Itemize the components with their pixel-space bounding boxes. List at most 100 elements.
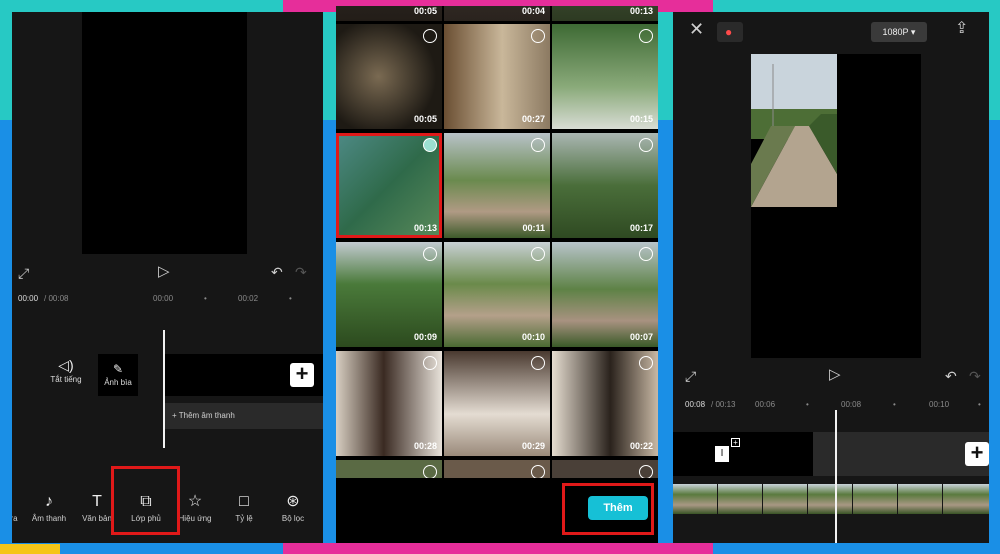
cover-icon: I	[715, 446, 729, 462]
select-circle[interactable]	[531, 29, 545, 43]
mute-button[interactable]: ◁) Tắt tiếng	[46, 357, 86, 384]
total-time: / 00:13	[711, 400, 736, 409]
video-track[interactable]: +	[164, 354, 323, 396]
tool-aspect-ratio[interactable]: □ Tỷ lệ	[220, 492, 268, 523]
gallery-thumb[interactable]	[336, 460, 442, 478]
gallery-thumb[interactable]: 00:05	[336, 6, 442, 21]
gallery-thumb[interactable]: 00:10	[444, 242, 550, 347]
select-circle[interactable]	[531, 138, 545, 152]
select-circle[interactable]	[531, 356, 545, 370]
redo-icon[interactable]: ↷	[969, 369, 981, 383]
tick-label: 00:06	[755, 400, 776, 409]
gallery-thumb[interactable]	[444, 460, 550, 478]
playhead[interactable]	[835, 410, 837, 543]
select-circle[interactable]	[639, 138, 653, 152]
gallery-thumb[interactable]: 00:07	[552, 242, 658, 347]
select-circle[interactable]	[531, 465, 545, 478]
tool-filter[interactable]: ⊛ Bộ lọc	[269, 492, 317, 523]
select-circle[interactable]	[423, 247, 437, 261]
duration-label: 00:13	[413, 223, 437, 233]
tool-label: Tỷ lệ	[235, 514, 253, 523]
tool-label: Bộ lọc	[281, 514, 305, 523]
plus-icon: +	[172, 411, 179, 420]
duration-label: 00:29	[521, 441, 545, 451]
gallery-thumb[interactable]: 00:13	[552, 6, 658, 21]
tick-label: 00:02	[238, 294, 259, 303]
video-preview	[82, 12, 247, 254]
cover-label: Ảnh bìa	[104, 378, 132, 387]
close-icon[interactable]: ✕	[689, 20, 704, 38]
duration-label: 00:09	[413, 332, 437, 342]
gallery-thumb[interactable]: 00:11	[444, 133, 550, 238]
timecode-row: 00:00 / 00:08 00:00 • 00:02 •	[12, 292, 323, 306]
select-circle[interactable]	[423, 138, 437, 152]
overlay-track[interactable]: I +	[673, 432, 813, 476]
gallery-thumb[interactable]: 00:22	[552, 351, 658, 456]
select-circle[interactable]	[531, 247, 545, 261]
pencil-icon: ✎	[112, 362, 124, 376]
cover-button[interactable]: ✎ Ảnh bìa	[98, 354, 138, 396]
select-circle[interactable]	[423, 29, 437, 43]
fullscreen-icon[interactable]: ⤢	[18, 266, 29, 280]
export-icon[interactable]: ⇪	[955, 21, 968, 37]
select-circle[interactable]	[639, 356, 653, 370]
road-photo	[751, 54, 837, 207]
speaker-icon: ◁)	[58, 357, 74, 373]
gallery-thumb[interactable]: 00:28	[336, 351, 442, 456]
duration-label: 00:10	[521, 332, 545, 342]
resolution-dropdown[interactable]: 1080P ▾	[871, 22, 927, 42]
add-clip-button[interactable]: +	[965, 442, 989, 466]
tool-label: Hiệu ứng	[178, 514, 212, 523]
background-pink-bottom	[283, 543, 713, 554]
total-time: / 00:08	[44, 294, 69, 303]
template-button[interactable]: ●	[717, 22, 743, 42]
mute-label: Tắt tiếng	[50, 375, 82, 384]
undo-icon[interactable]: ↶	[945, 369, 957, 383]
duration-label: 00:27	[521, 114, 545, 124]
media-gallery-panel: 00:05 00:04 00:13 00:05 00:27 00:15 00:1…	[336, 6, 658, 543]
select-circle[interactable]	[423, 465, 437, 478]
gallery-thumb[interactable]: 00:17	[552, 133, 658, 238]
gallery-thumb[interactable]: 00:27	[444, 24, 550, 129]
tool-label: Văn bản	[82, 514, 112, 523]
playback-controls: ⤢ ▷ ↶ ↷	[673, 366, 989, 388]
tick-dot: •	[204, 294, 207, 303]
tick-dot: •	[806, 400, 809, 409]
play-icon[interactable]: ▷	[158, 264, 170, 279]
fullscreen-icon[interactable]: ⤢	[685, 369, 696, 383]
playhead[interactable]	[163, 330, 165, 448]
duration-label: 00:22	[629, 441, 653, 451]
current-time: 00:08	[685, 400, 706, 409]
select-circle[interactable]	[639, 465, 653, 478]
gallery-thumb[interactable]: 00:05	[336, 24, 442, 129]
add-button-highlight	[562, 483, 654, 535]
duration-label: 00:28	[413, 441, 437, 451]
tool-audio[interactable]: ♪ Âm thanh	[25, 492, 73, 523]
music-note-icon: ♪	[45, 493, 53, 510]
tool-label: Âm thanh	[31, 514, 67, 523]
play-icon[interactable]: ▷	[829, 367, 841, 382]
gallery-thumb[interactable]: 00:04	[444, 6, 550, 21]
add-clip-button[interactable]: +	[290, 363, 314, 387]
select-circle[interactable]	[639, 29, 653, 43]
video-filmstrip[interactable]	[673, 484, 989, 514]
editor-panel-right: ✕ ● 1080P ▾ ⇪ ⤢ ▷ ↶ ↷ 00:08 / 00:13 00:0…	[673, 12, 989, 543]
select-circle[interactable]	[423, 356, 437, 370]
editor-panel-left: ⤢ ▷ ↶ ↷ 00:00 / 00:08 00:00 • 00:02 • ◁)…	[12, 12, 323, 543]
gallery-thumb[interactable]: 00:09	[336, 242, 442, 347]
redo-icon[interactable]: ↷	[295, 265, 307, 279]
gallery-thumb[interactable]	[552, 460, 658, 478]
duration-label: 00:15	[629, 114, 653, 124]
gallery-thumb-selected[interactable]: 00:13	[336, 133, 442, 238]
gallery-thumb[interactable]: 00:15	[552, 24, 658, 129]
select-circle[interactable]	[639, 247, 653, 261]
gallery-thumb[interactable]: 00:29	[444, 351, 550, 456]
filmstrip-frames	[673, 484, 989, 514]
add-audio-track[interactable]: + Thêm âm thanh	[164, 403, 323, 429]
undo-icon[interactable]: ↶	[271, 265, 283, 279]
add-cover-icon: +	[731, 438, 740, 447]
duration-label: 00:07	[629, 332, 653, 342]
main-track[interactable]: +	[813, 432, 989, 476]
overlay-preview-image[interactable]	[751, 54, 837, 207]
aspect-ratio-icon: □	[239, 493, 249, 510]
